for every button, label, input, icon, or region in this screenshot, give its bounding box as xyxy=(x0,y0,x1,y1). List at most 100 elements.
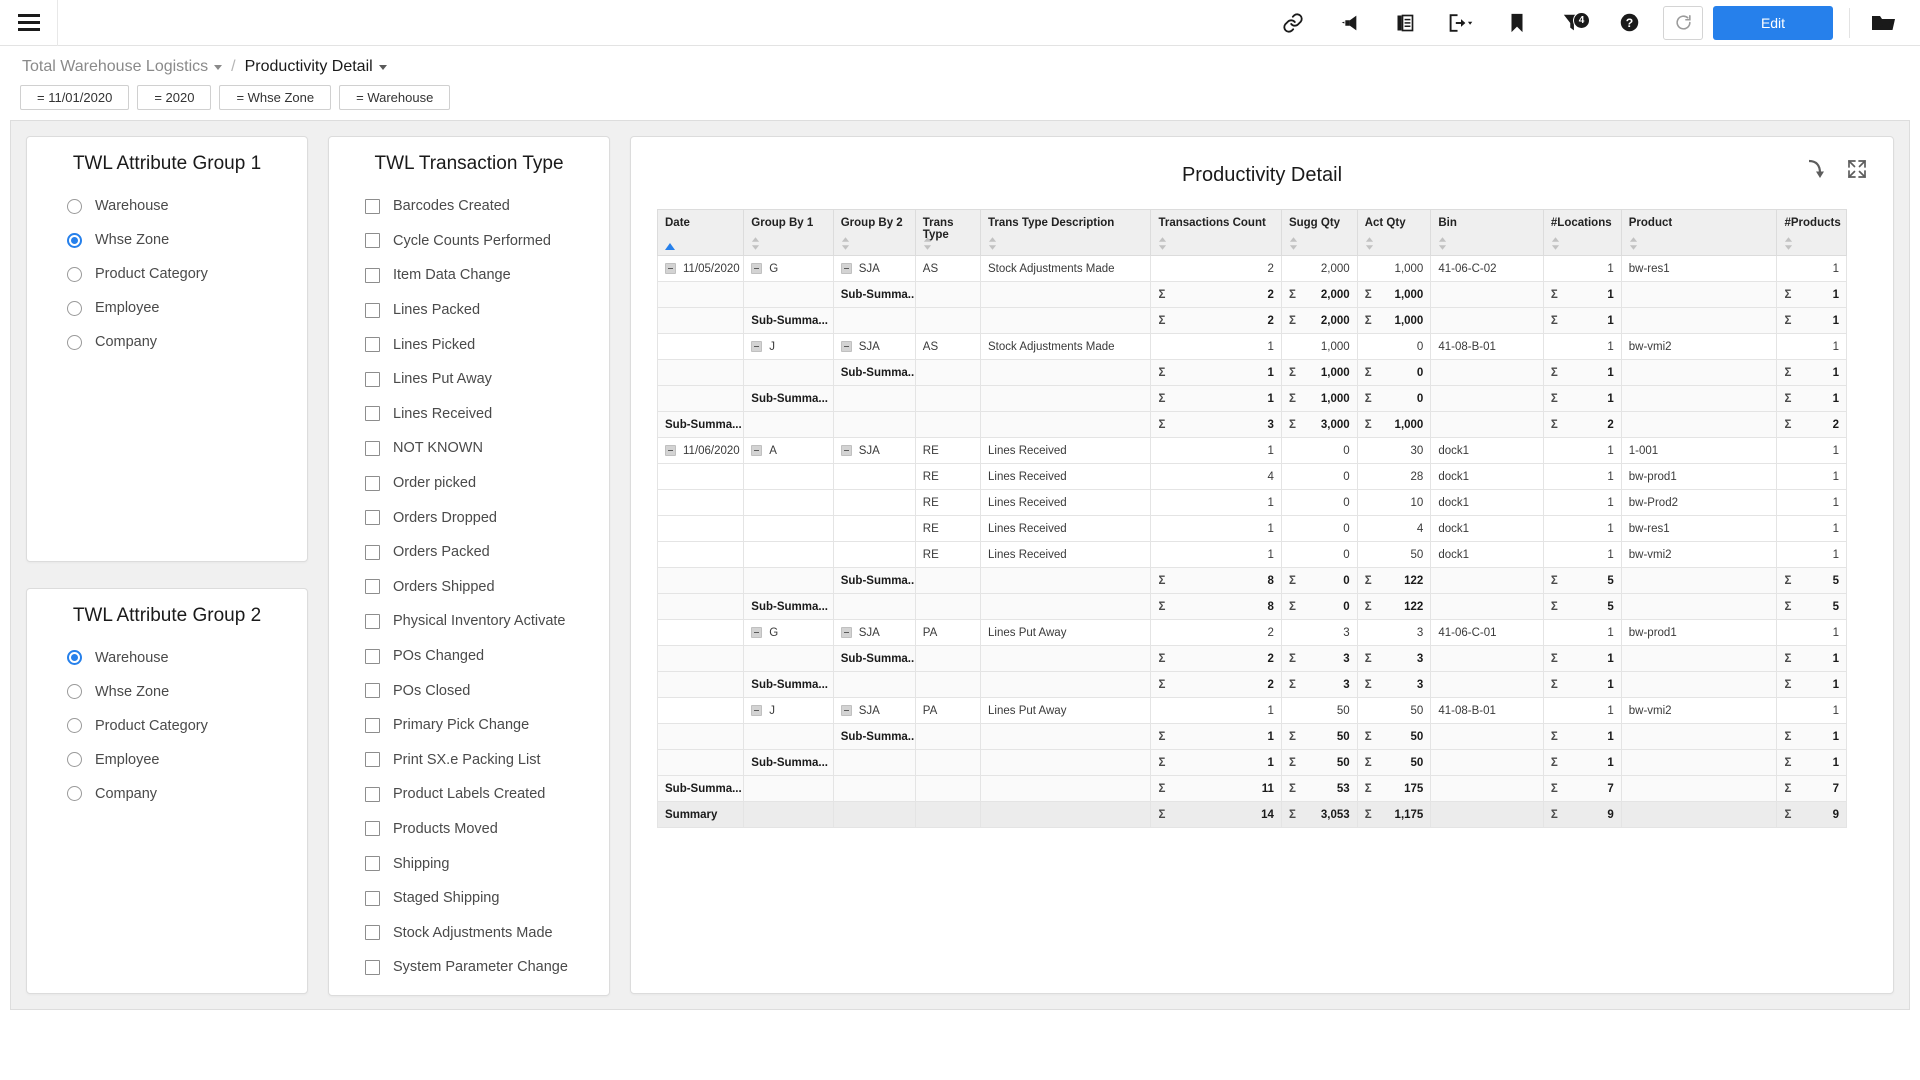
table-row[interactable]: RE Lines Received 1 0 50 dock1 1 bw-vmi2 1 xyxy=(656,541,1847,568)
checkbox-option-row[interactable]: Products Moved xyxy=(329,812,609,847)
checkbox-option-row[interactable]: Lines Received xyxy=(329,397,609,432)
row-expander-icon[interactable] xyxy=(751,340,763,352)
radio-option-row[interactable]: Product Category xyxy=(27,257,307,291)
filter-chip[interactable]: = 11/01/2020 xyxy=(20,85,130,110)
checkbox-icon[interactable] xyxy=(365,544,380,560)
checkbox-icon[interactable] xyxy=(365,752,380,768)
checkbox-option-row[interactable]: Stock Adjustments Made xyxy=(329,915,609,950)
radio-button-icon[interactable] xyxy=(67,718,82,734)
help-icon[interactable]: ? xyxy=(1601,0,1657,46)
row-expander-icon[interactable] xyxy=(751,262,763,274)
row-expander-icon[interactable] xyxy=(751,626,763,638)
radio-button-icon[interactable] xyxy=(67,300,82,316)
radio-button-icon[interactable] xyxy=(67,232,82,248)
checkbox-icon[interactable] xyxy=(365,683,380,699)
column-header[interactable]: Group By 2 xyxy=(832,209,916,256)
radio-button-icon[interactable] xyxy=(67,334,82,350)
row-expander-icon[interactable] xyxy=(840,704,852,716)
table-row[interactable]: Sub-Summa... Σ 3 Σ 3,000 Σ 1,000 Σ 2 Σ 2 xyxy=(656,411,1847,438)
chevron-down-icon[interactable] xyxy=(378,64,387,70)
table-row[interactable]: Sub-Summa... Σ 2 Σ 3 Σ 3 Σ 1 Σ 1 xyxy=(656,645,1847,672)
radio-button-icon[interactable] xyxy=(67,198,82,214)
checkbox-option-row[interactable]: Orders Packed xyxy=(329,535,609,570)
checkbox-option-row[interactable]: Orders Dropped xyxy=(329,500,609,535)
bookmark-icon[interactable] xyxy=(1489,0,1545,46)
checkbox-icon[interactable] xyxy=(365,406,380,422)
checkbox-icon[interactable] xyxy=(365,786,380,802)
export-icon[interactable] xyxy=(1433,0,1489,46)
column-header[interactable]: #Products xyxy=(1776,209,1847,256)
checkbox-option-row[interactable]: POs Closed xyxy=(329,673,609,708)
copy-icon[interactable] xyxy=(1377,0,1433,46)
folder-icon[interactable] xyxy=(1856,0,1912,46)
checkbox-option-row[interactable]: Lines Put Away xyxy=(329,362,609,397)
table-row[interactable]: Sub-Summa... Σ 2 Σ 3 Σ 3 Σ 1 Σ 1 xyxy=(656,671,1847,698)
radio-option-row[interactable]: Warehouse xyxy=(27,641,307,675)
checkbox-option-row[interactable]: Print SX.e Packing List xyxy=(329,743,609,778)
radio-option-row[interactable]: Company xyxy=(27,777,307,811)
table-row[interactable]: Sub-Summa... Σ 8 Σ 0 Σ 122 Σ 5 Σ 5 xyxy=(656,593,1847,620)
checkbox-option-row[interactable]: NOT KNOWN xyxy=(329,431,609,466)
table-row[interactable]: RE Lines Received 1 0 4 dock1 1 bw-res1 1 xyxy=(656,515,1847,542)
table-row[interactable]: 11/06/2020 A SJA RE Lines Received 1 0 30 dock1 1… xyxy=(656,437,1847,464)
column-header[interactable]: Bin xyxy=(1430,209,1544,256)
breadcrumb-page[interactable]: Productivity Detail xyxy=(245,58,373,76)
checkbox-icon[interactable] xyxy=(365,267,380,283)
checkbox-option-row[interactable]: Order picked xyxy=(329,466,609,501)
column-header[interactable]: #Locations xyxy=(1542,209,1622,256)
radio-button-icon[interactable] xyxy=(67,786,82,802)
filter-chip[interactable]: = 2020 xyxy=(137,85,212,110)
radio-button-icon[interactable] xyxy=(67,752,82,768)
checkbox-icon[interactable] xyxy=(365,440,380,456)
checkbox-icon[interactable] xyxy=(365,371,380,387)
row-expander-icon[interactable] xyxy=(665,262,676,274)
column-header[interactable]: Transactions Count xyxy=(1150,209,1282,256)
checkbox-icon[interactable] xyxy=(365,613,380,629)
checkbox-option-row[interactable]: Item Data Change xyxy=(329,258,609,293)
filter-icon[interactable]: 4 xyxy=(1545,0,1601,46)
checkbox-option-row[interactable]: Barcodes Created xyxy=(329,189,609,224)
drill-arrow-icon[interactable] xyxy=(1807,159,1825,184)
table-row[interactable]: Sub-Summa... Σ 1 Σ 1,000 Σ 0 Σ 1 Σ 1 xyxy=(656,359,1847,386)
checkbox-icon[interactable] xyxy=(365,510,380,526)
column-header[interactable]: Trans Type Description xyxy=(980,209,1152,256)
checkbox-icon[interactable] xyxy=(365,717,380,733)
checkbox-icon[interactable] xyxy=(365,821,380,837)
table-row[interactable]: Sub-Summa... Σ 1 Σ 50 Σ 50 Σ 1 Σ 1 xyxy=(656,749,1847,776)
table-row[interactable]: Sub-Summa... Σ 11 Σ 53 Σ 175 Σ 7 Σ 7 xyxy=(656,775,1847,802)
chevron-down-icon[interactable] xyxy=(214,64,223,70)
radio-option-row[interactable]: Company xyxy=(27,325,307,359)
column-header[interactable]: Group By 1 xyxy=(743,209,834,256)
filter-chip[interactable]: = Warehouse xyxy=(339,85,451,110)
row-expander-icon[interactable] xyxy=(751,704,763,716)
table-row[interactable]: 11/05/2020 G SJA AS Stock Adjustments Made 2 2… xyxy=(656,255,1847,282)
sort-ascending-icon[interactable] xyxy=(665,243,675,250)
filter-chip[interactable]: = Whse Zone xyxy=(219,85,332,110)
megaphone-icon[interactable] xyxy=(1321,0,1377,46)
radio-button-icon[interactable] xyxy=(67,650,82,666)
checkbox-option-row[interactable]: Staged Shipping xyxy=(329,881,609,916)
row-expander-icon[interactable] xyxy=(751,444,763,456)
checkbox-icon[interactable] xyxy=(365,648,380,664)
checkbox-icon[interactable] xyxy=(365,475,380,491)
checkbox-option-row[interactable]: Cycle Counts Performed xyxy=(329,224,609,259)
checkbox-option-row[interactable]: Shipping xyxy=(329,846,609,881)
table-row[interactable]: Summary Σ 14 Σ 3,053 Σ 1,175 Σ 9 Σ 9 xyxy=(656,801,1847,828)
column-header[interactable]: Date xyxy=(656,209,745,256)
refresh-button[interactable] xyxy=(1663,5,1703,40)
checkbox-icon[interactable] xyxy=(365,925,380,941)
checkbox-icon[interactable] xyxy=(365,579,380,595)
checkbox-icon[interactable] xyxy=(365,959,380,975)
radio-option-row[interactable]: Warehouse xyxy=(27,189,307,223)
checkbox-option-row[interactable]: Orders Shipped xyxy=(329,570,609,605)
checkbox-icon[interactable] xyxy=(365,198,380,214)
table-row[interactable]: Sub-Summa... Σ 1 Σ 50 Σ 50 Σ 1 Σ 1 xyxy=(656,723,1847,750)
table-row[interactable]: Sub-Summa... Σ 2 Σ 2,000 Σ 1,000 Σ 1 Σ 1 xyxy=(656,307,1847,334)
checkbox-option-row[interactable]: POs Changed xyxy=(329,639,609,674)
checkbox-option-row[interactable]: Product Labels Created xyxy=(329,777,609,812)
checkbox-option-row[interactable]: Physical Inventory Activate xyxy=(329,604,609,639)
column-header[interactable]: Product xyxy=(1620,209,1778,256)
fullscreen-icon[interactable] xyxy=(1847,159,1867,184)
checkbox-option-row[interactable]: Lines Packed xyxy=(329,293,609,328)
row-expander-icon[interactable] xyxy=(665,444,676,456)
